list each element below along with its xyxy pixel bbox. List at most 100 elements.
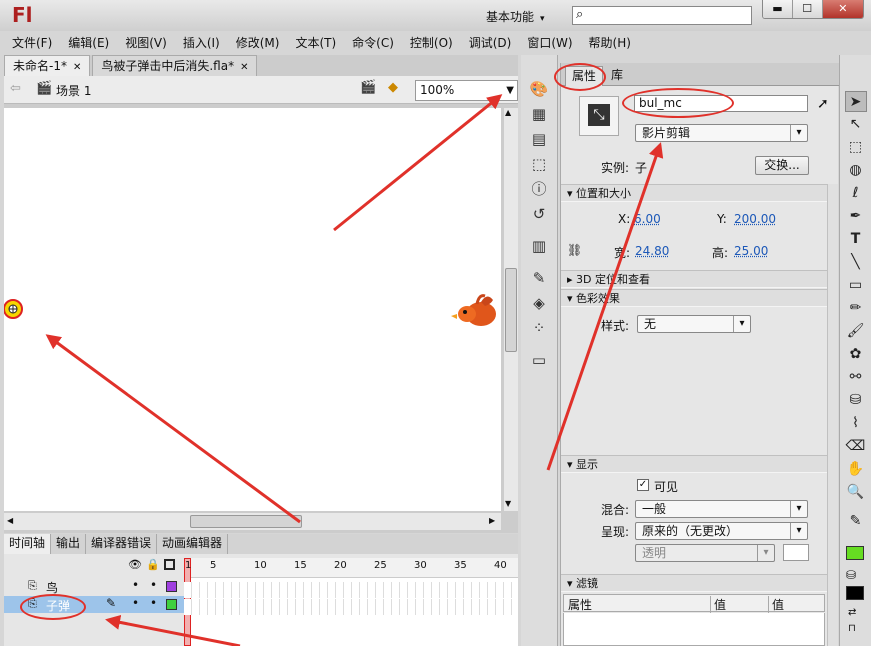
filters-table-body[interactable] bbox=[563, 613, 825, 646]
bone-tool-icon[interactable]: ⚯ bbox=[845, 367, 867, 388]
stroke-color-swatch[interactable] bbox=[846, 546, 864, 560]
lock-icon[interactable]: 🔒 bbox=[146, 558, 160, 571]
tab-untitled-1[interactable]: 未命名-1* ✕ bbox=[4, 55, 91, 76]
eye-icon[interactable]: 👁 bbox=[128, 558, 142, 571]
link-proportions-icon[interactable]: ⛓ bbox=[567, 243, 582, 257]
stage-vertical-scrollbar[interactable]: ▲ ▼ bbox=[503, 108, 518, 511]
eraser-tool-icon[interactable]: ⌫ bbox=[845, 436, 867, 457]
tab-compiler-errors[interactable]: 编译器错误 bbox=[86, 534, 158, 554]
tab-properties[interactable]: 属性 bbox=[565, 66, 604, 86]
paint-bucket-tool-icon[interactable]: ⛁ bbox=[845, 390, 867, 411]
menu-help[interactable]: 帮助(H) bbox=[589, 34, 631, 51]
minimize-button[interactable]: ▬ bbox=[763, 0, 793, 18]
library-icon[interactable]: ▥ bbox=[528, 236, 550, 256]
layer-frames-bird[interactable] bbox=[184, 582, 518, 598]
brush-tool-icon[interactable]: 🖌 bbox=[845, 321, 867, 342]
lock-dot[interactable]: • bbox=[150, 596, 157, 610]
position-size-section[interactable]: ▾ 位置和大小 bbox=[561, 184, 827, 202]
instance-name-input[interactable]: bul_mc bbox=[634, 95, 808, 112]
menu-insert[interactable]: 插入(I) bbox=[183, 34, 220, 51]
tab-output[interactable]: 输出 bbox=[51, 534, 87, 554]
menu-modify[interactable]: 修改(M) bbox=[236, 34, 280, 51]
hand-tool-icon[interactable]: ✋ bbox=[845, 459, 867, 480]
maximize-button[interactable]: ☐ bbox=[792, 0, 823, 18]
visible-checkbox[interactable]: ✓ bbox=[637, 479, 649, 491]
tab-bird-fla[interactable]: 鸟被子弹击中后消失.fla* ✕ bbox=[92, 55, 258, 76]
bird-movieclip[interactable] bbox=[451, 292, 503, 332]
tab-motion-editor[interactable]: 动画编辑器 bbox=[157, 534, 229, 554]
scroll-right-icon[interactable]: ▶ bbox=[489, 516, 495, 525]
pen-tool-icon[interactable]: ✒ bbox=[845, 206, 867, 227]
scroll-left-icon[interactable]: ◀ bbox=[7, 516, 13, 525]
width-value[interactable]: 24.80 bbox=[635, 244, 669, 258]
history-icon[interactable]: ↺ bbox=[528, 204, 550, 224]
layer-row-bullet[interactable]: ⎘ 子弹 ✎ • • bbox=[4, 596, 184, 613]
edit-scene-icon[interactable]: 🎬 bbox=[360, 80, 376, 95]
lasso-tool-icon[interactable]: ℓ bbox=[845, 183, 867, 204]
x-value[interactable]: 6.00 bbox=[634, 212, 661, 226]
menu-debug[interactable]: 调试(D) bbox=[469, 34, 512, 51]
close-icon[interactable]: ✕ bbox=[240, 62, 248, 73]
menu-view[interactable]: 视图(V) bbox=[125, 34, 167, 51]
tab-timeline[interactable]: 时间轴 bbox=[4, 534, 52, 554]
back-arrow-icon[interactable]: ⇦ bbox=[10, 81, 21, 96]
close-button[interactable]: ✕ bbox=[822, 0, 863, 18]
scroll-up-icon[interactable]: ▲ bbox=[505, 108, 511, 117]
swap-colors-icon[interactable]: ⇄ bbox=[848, 607, 856, 618]
swap-button[interactable]: 交换... bbox=[755, 156, 809, 175]
layer-color-swatch[interactable] bbox=[166, 599, 177, 610]
tab-library[interactable]: 库 bbox=[605, 66, 629, 86]
menu-edit[interactable]: 编辑(E) bbox=[68, 34, 109, 51]
outline-icon[interactable] bbox=[164, 559, 175, 570]
y-value[interactable]: 200.00 bbox=[734, 212, 776, 226]
scroll-thumb[interactable] bbox=[505, 268, 517, 352]
workspace-switcher[interactable]: 基本功能 ▾ bbox=[486, 8, 545, 25]
layer-frames-bullet[interactable] bbox=[184, 599, 518, 615]
visible-dot[interactable]: • bbox=[132, 596, 139, 610]
visible-dot[interactable]: • bbox=[132, 578, 139, 592]
background-color-swatch[interactable] bbox=[783, 544, 809, 561]
script-icon[interactable]: ✎ bbox=[528, 268, 550, 288]
external-link-icon[interactable]: ➚ bbox=[817, 96, 829, 112]
properties-scrollbar[interactable] bbox=[827, 184, 838, 646]
align-icon[interactable]: ▤ bbox=[528, 129, 550, 149]
line-tool-icon[interactable]: ╲ bbox=[845, 252, 867, 273]
text-tool-icon[interactable]: T bbox=[845, 229, 867, 250]
menu-control[interactable]: 控制(O) bbox=[410, 34, 453, 51]
motion-presets-icon[interactable]: ⁘ bbox=[528, 318, 550, 338]
rectangle-tool-icon[interactable]: ▭ bbox=[845, 275, 867, 296]
3d-section[interactable]: ▸ 3D 定位和查看 bbox=[561, 270, 827, 288]
filters-section[interactable]: ▾ 滤镜 bbox=[561, 574, 827, 592]
eyedropper-tool-icon[interactable]: ⌇ bbox=[845, 413, 867, 434]
menu-window[interactable]: 窗口(W) bbox=[527, 34, 572, 51]
lock-dot[interactable]: • bbox=[150, 578, 157, 592]
fill-color-swatch[interactable] bbox=[846, 586, 864, 600]
style-select[interactable]: 无 bbox=[637, 315, 751, 333]
layer-color-swatch[interactable] bbox=[166, 581, 177, 592]
bullet-movieclip[interactable] bbox=[4, 296, 26, 322]
height-value[interactable]: 25.00 bbox=[734, 244, 768, 258]
scroll-down-icon[interactable]: ▼ bbox=[505, 499, 511, 508]
swatches-icon[interactable]: ▦ bbox=[528, 104, 550, 124]
scroll-thumb[interactable] bbox=[190, 515, 302, 528]
info-icon[interactable]: ⓘ bbox=[528, 179, 550, 199]
menu-commands[interactable]: 命令(C) bbox=[352, 34, 394, 51]
zoom-select[interactable]: 100% ▼ bbox=[415, 80, 518, 101]
close-icon[interactable]: ✕ bbox=[73, 62, 81, 73]
project-icon[interactable]: ▭ bbox=[528, 350, 550, 370]
help-search-input[interactable]: ⌕ bbox=[572, 6, 752, 25]
snap-magnet-icon[interactable]: ⊓ bbox=[848, 623, 856, 634]
symbol-type-select[interactable]: 影片剪辑 bbox=[635, 124, 808, 142]
deco-tool-icon[interactable]: ✿ bbox=[845, 344, 867, 365]
frames-grid[interactable]: 1 5 10 15 20 25 30 35 40 bbox=[184, 558, 518, 646]
3d-rotation-tool-icon[interactable]: ◍ bbox=[845, 160, 867, 181]
selection-tool-icon[interactable]: ➤ bbox=[844, 91, 867, 112]
stage-canvas[interactable] bbox=[4, 108, 501, 511]
display-section[interactable]: ▾ 显示 bbox=[561, 455, 827, 473]
render-select[interactable]: 原来的（无更改） bbox=[635, 522, 808, 540]
stage-horizontal-scrollbar[interactable]: ◀ ▶ bbox=[4, 512, 501, 530]
edit-symbols-icon[interactable]: ◆ bbox=[388, 80, 398, 95]
transparent-select[interactable]: 透明 bbox=[635, 544, 775, 562]
color-effect-section[interactable]: ▾ 色彩效果 bbox=[561, 289, 827, 307]
blend-select[interactable]: 一般 bbox=[635, 500, 808, 518]
